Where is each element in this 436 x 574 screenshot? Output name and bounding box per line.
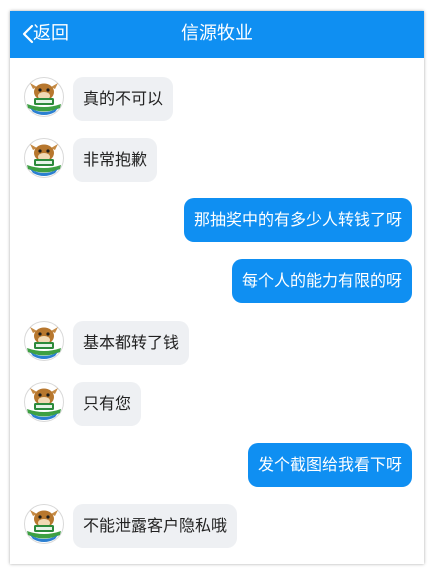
received-message-bubble: 只有您 (73, 382, 142, 426)
sent-message-bubble: 那抽奖中的有多少人转钱了呀 (183, 198, 412, 242)
received-message-bubble: 真的不可以 (73, 77, 174, 121)
contact-avatar[interactable] (24, 382, 64, 422)
received-message-bubble: 不能泄露客户隐私哦 (73, 504, 238, 548)
navigation-bar: 返回 信源牧业 (10, 11, 424, 58)
contact-avatar[interactable] (24, 77, 64, 117)
contact-avatar[interactable] (24, 321, 64, 361)
sent-message-bubble: 每个人的能力有限的呀 (231, 259, 412, 303)
chat-title: 信源牧业 (181, 23, 253, 44)
contact-avatar[interactable] (24, 504, 64, 544)
received-message-bubble: 非常抱歉 (73, 138, 158, 182)
contact-avatar[interactable] (24, 138, 64, 178)
chat-window: 返回 信源牧业 真的不可以 非常抱歉 那抽奖中的有多少人转钱了呀 每个人的能力有… (10, 11, 424, 564)
received-message-bubble: 基本都转了钱 (73, 321, 190, 365)
sent-message-bubble: 发个截图给我看下呀 (247, 443, 412, 487)
